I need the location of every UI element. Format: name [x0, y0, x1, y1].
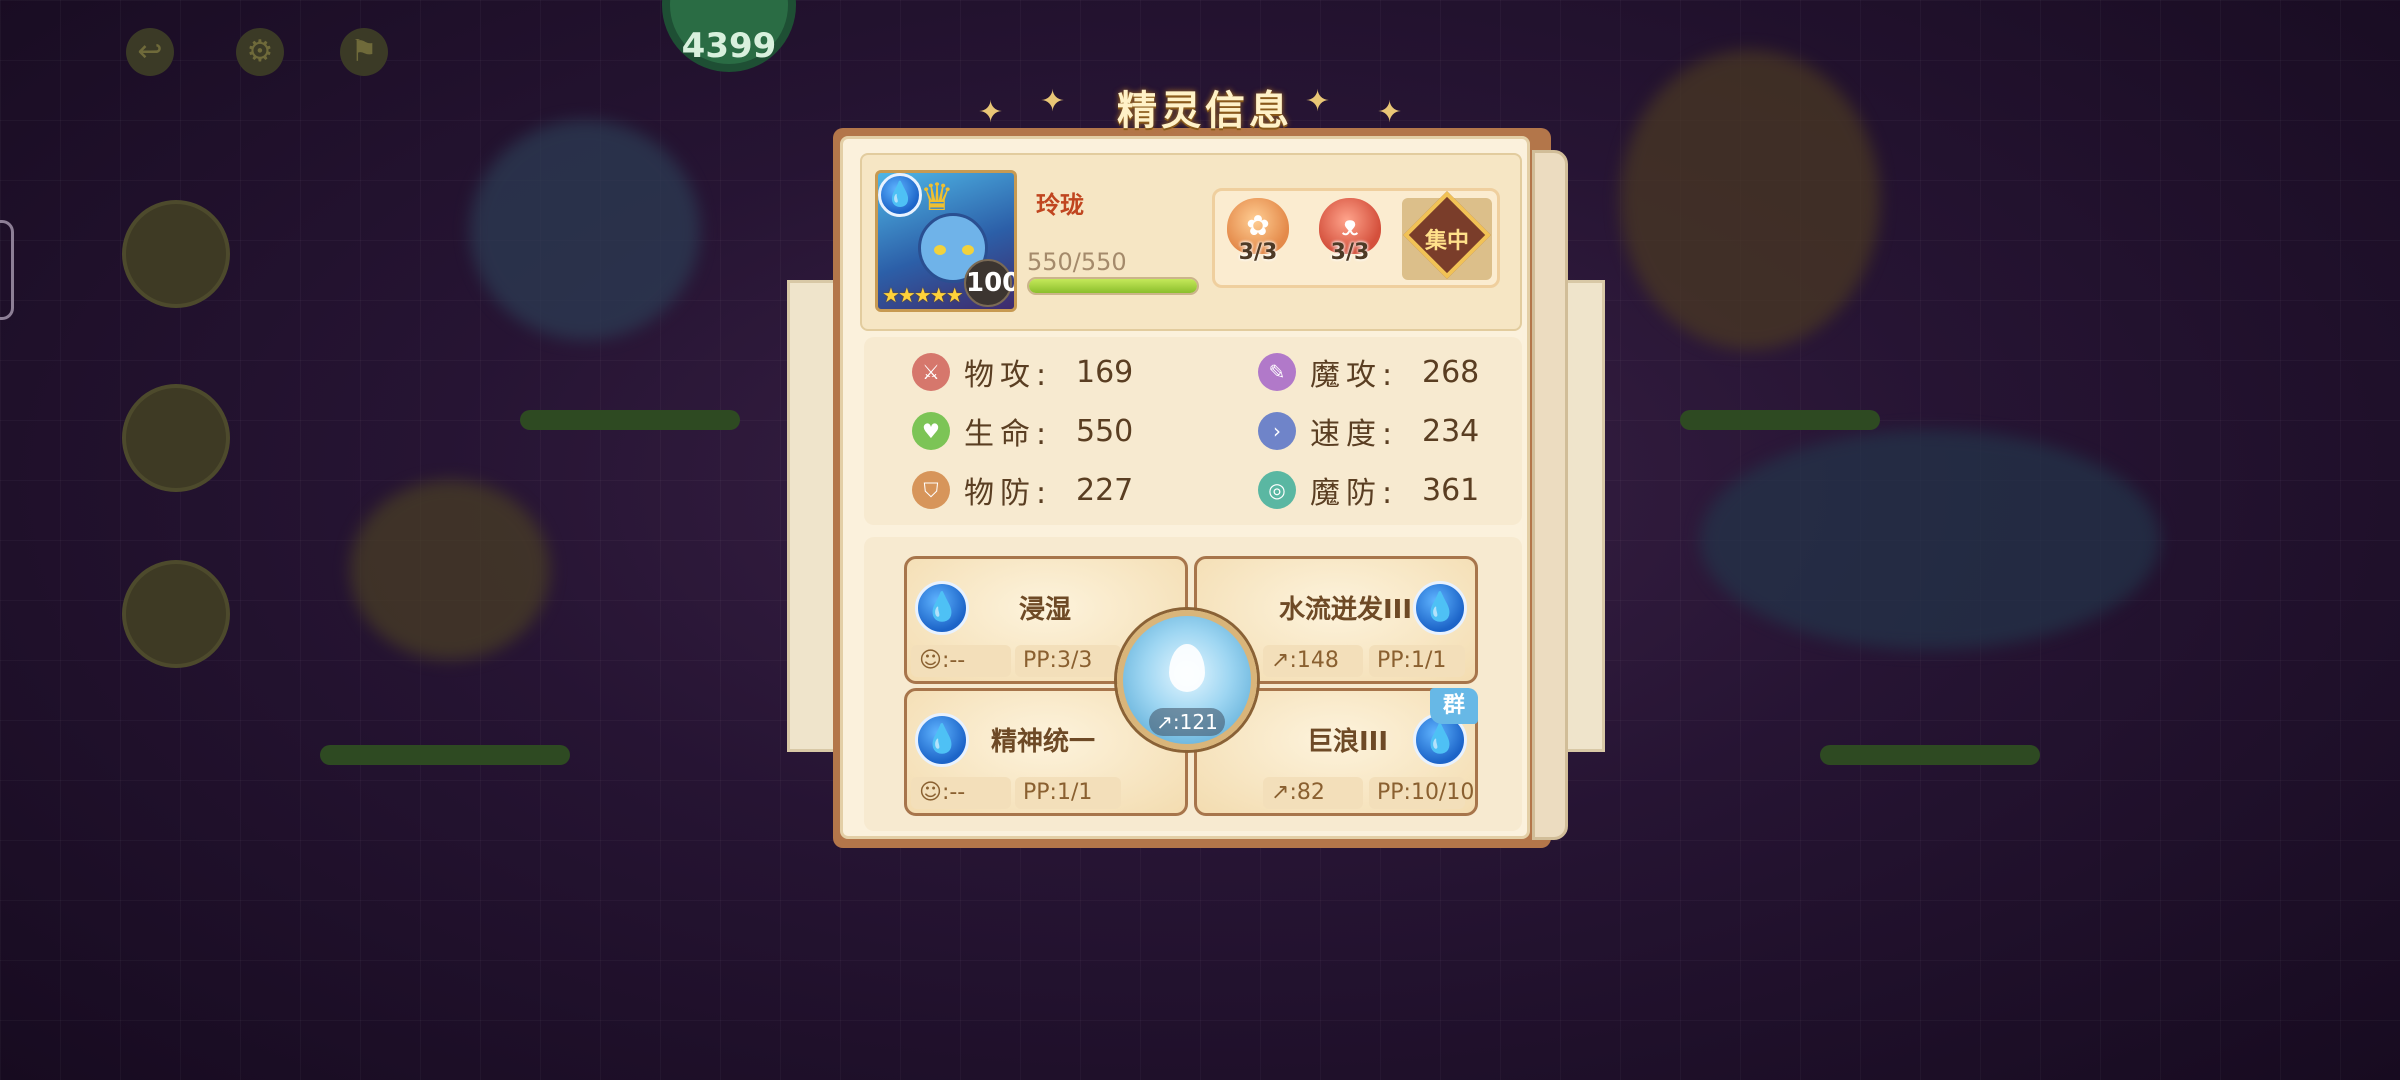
- skill-name: 水流迸发III: [1279, 595, 1413, 625]
- skill-name: 精神统一: [991, 727, 1096, 757]
- stat-label: 物攻:: [964, 358, 1053, 393]
- skill-power: ☺:--: [911, 645, 1011, 677]
- stat-value: 234: [1422, 413, 1480, 449]
- side-pull-tab[interactable]: [0, 220, 14, 320]
- stat-phys-attack: ⚔ 物攻: 169: [912, 352, 1134, 393]
- trait-item-shell[interactable]: ✿ 3/3: [1218, 198, 1298, 278]
- personality-badge[interactable]: 集中: [1402, 191, 1492, 280]
- water-element-icon: 💧: [915, 713, 969, 767]
- heart-icon: ♥: [912, 412, 950, 450]
- stat-label: 生命:: [964, 417, 1053, 452]
- pet-eye: [934, 245, 946, 255]
- title-star-icon: ✦: [978, 95, 1004, 130]
- skill-name: 巨浪III: [1307, 727, 1389, 757]
- skill-power-value: :--: [941, 648, 966, 673]
- book-page-left: [787, 280, 837, 752]
- stat-value: 361: [1422, 472, 1480, 508]
- water-element-icon: 💧: [1413, 581, 1467, 635]
- enemy-hp-bar-right-2: [1820, 745, 2040, 765]
- gear-icon[interactable]: ⚙: [236, 28, 284, 76]
- skill-power-value: :148: [1289, 648, 1339, 673]
- score-badge: 4399: [662, 0, 796, 72]
- special-skill-value: ↗:121: [1149, 708, 1225, 736]
- team-avatar-2[interactable]: [122, 384, 230, 492]
- skill-power-value: :--: [941, 780, 966, 805]
- water-element-icon: 💧: [915, 581, 969, 635]
- stat-value: 268: [1422, 354, 1480, 390]
- skill-pp: PP:3/3: [1015, 645, 1121, 677]
- flag-icon[interactable]: ⚑: [340, 28, 388, 76]
- trait-item-cat[interactable]: ᴥ 3/3: [1310, 198, 1390, 278]
- speed-icon: ›: [1258, 412, 1296, 450]
- background-monster-left-2: [350, 480, 550, 660]
- skill-power: ☺:--: [911, 777, 1011, 809]
- team-avatar-1[interactable]: [122, 200, 230, 308]
- skill-power: ↗:148: [1263, 645, 1363, 677]
- trait-count: 3/3: [1238, 240, 1278, 265]
- stat-speed: › 速度: 234: [1258, 411, 1480, 452]
- wand-icon: ✎: [1258, 353, 1296, 391]
- background-monster-right-2: [1700, 430, 2160, 650]
- star-rating: ★★★★★: [882, 283, 964, 307]
- pet-name: 玲珑: [1036, 191, 1084, 219]
- pet-portrait[interactable]: ♛ 💧 ★★★★★ 100: [875, 170, 1017, 312]
- water-element-icon: 💧: [878, 173, 922, 217]
- stat-value: 227: [1076, 472, 1134, 508]
- enemy-hp-bar-left-2: [320, 745, 570, 765]
- water-drop-icon: [1169, 644, 1205, 692]
- enemy-hp-bar-left: [520, 410, 740, 430]
- stat-phys-defense: ⛉ 物防: 227: [912, 470, 1134, 511]
- skill-name: 浸湿: [1019, 595, 1072, 625]
- shield-icon: ⛉: [912, 471, 950, 509]
- special-skill-value-text: :121: [1172, 710, 1218, 734]
- back-icon[interactable]: ↩: [126, 28, 174, 76]
- stat-label: 物防:: [964, 476, 1053, 511]
- stat-label: 速度:: [1310, 417, 1399, 452]
- sword-icon: ⚔: [912, 353, 950, 391]
- skill-power: ↗:82: [1263, 777, 1363, 809]
- skill-pp: PP:1/1: [1015, 777, 1121, 809]
- level-badge: 100: [964, 259, 1014, 307]
- stat-magic-defense: ◎ 魔防: 361: [1258, 470, 1480, 511]
- stat-label: 魔攻:: [1310, 358, 1399, 393]
- background-monster-right: [1620, 50, 1880, 350]
- stat-value: 169: [1076, 354, 1134, 390]
- hp-bar: [1027, 277, 1199, 295]
- stat-magic-attack: ✎ 魔攻: 268: [1258, 352, 1480, 393]
- skill-pp: PP:1/1: [1369, 645, 1465, 677]
- background-monster-left: [470, 120, 700, 340]
- skill-pp: PP:10/10: [1369, 777, 1474, 809]
- stat-value: 550: [1076, 413, 1134, 449]
- hp-bar-fill: [1029, 279, 1197, 293]
- stat-hp: ♥ 生命: 550: [912, 411, 1134, 452]
- special-skill-orb[interactable]: ↗:121: [1117, 610, 1257, 750]
- group-attack-tag: 群: [1430, 688, 1478, 724]
- pet-eye: [962, 245, 974, 255]
- magic-shield-icon: ◎: [1258, 471, 1296, 509]
- skill-power-value: :82: [1289, 780, 1325, 805]
- trait-count: 3/3: [1330, 240, 1370, 265]
- book-edge: [1532, 150, 1568, 840]
- stat-label: 魔防:: [1310, 476, 1399, 511]
- hp-text: 550/550: [1027, 248, 1127, 276]
- enemy-hp-bar-right: [1680, 410, 1880, 430]
- team-avatar-3[interactable]: [122, 560, 230, 668]
- crown-icon: ♛: [920, 175, 955, 219]
- personality-label: 集中: [1424, 229, 1469, 254]
- dialog-title: 精灵信息: [1117, 88, 1293, 134]
